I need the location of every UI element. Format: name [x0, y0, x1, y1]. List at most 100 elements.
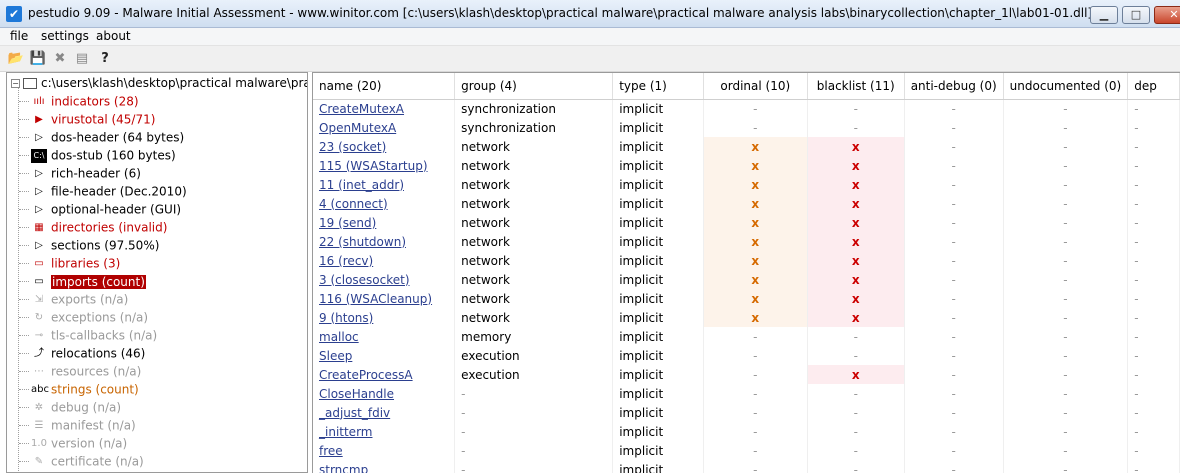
- tree-item-rich-header[interactable]: ▷ rich-header (6): [19, 164, 141, 182]
- import-name-link[interactable]: 11 (inet_addr): [319, 178, 404, 192]
- table-row[interactable]: CloseHandle - implicit - - - - -: [313, 384, 1180, 403]
- tree-item-exceptions[interactable]: ↻ exceptions (n/a): [19, 308, 148, 326]
- collapse-icon[interactable]: −: [11, 79, 20, 88]
- import-name-link[interactable]: 23 (socket): [319, 140, 386, 154]
- tree-item-manifest[interactable]: ☰ manifest (n/a): [19, 416, 136, 434]
- import-name-link[interactable]: free: [319, 444, 343, 458]
- cell-undocumented: -: [1003, 460, 1129, 473]
- import-name-link[interactable]: OpenMutexA: [319, 121, 396, 135]
- open-icon[interactable]: 📂: [7, 50, 25, 68]
- tree-item-sections[interactable]: ▷ sections (97.50%): [19, 236, 159, 254]
- table-row[interactable]: malloc memory implicit - - - - -: [313, 327, 1180, 346]
- tree-connector: [19, 335, 29, 336]
- delete-icon[interactable]: ✖: [51, 50, 69, 68]
- import-name-link[interactable]: 116 (WSACleanup): [319, 292, 432, 306]
- tree-item-imports[interactable]: ▭ imports (count): [19, 272, 147, 290]
- import-name-link[interactable]: _initterm: [319, 425, 372, 439]
- column-header-undocumented[interactable]: undocumented (0): [1003, 73, 1129, 100]
- column-header-anti-debug[interactable]: anti-debug (0): [904, 73, 1004, 100]
- table-row[interactable]: _adjust_fdiv - implicit - - - - -: [313, 403, 1180, 422]
- table-row[interactable]: 3 (closesocket) network implicit x x - - -: [313, 270, 1180, 289]
- cell-name: CreateProcessA: [313, 365, 456, 384]
- tree-item-exports[interactable]: ⇲ exports (n/a): [19, 290, 128, 308]
- column-header-name[interactable]: name (20): [313, 73, 456, 100]
- tree-item-relocations[interactable]: ⤴ relocations (46): [19, 344, 145, 362]
- help-icon[interactable]: ?: [96, 50, 114, 68]
- import-name-link[interactable]: 9 (htons): [319, 311, 373, 325]
- import-name-link[interactable]: Sleep: [319, 349, 352, 363]
- close-button[interactable]: ✕: [1154, 6, 1180, 24]
- tree-item-dos-header[interactable]: ▷ dos-header (64 bytes): [19, 128, 184, 146]
- tree-item-resources[interactable]: ⋯ resources (n/a): [19, 362, 141, 380]
- column-header-dep[interactable]: dep: [1127, 73, 1180, 100]
- import-name-link[interactable]: 22 (shutdown): [319, 235, 406, 249]
- tree-item-file-header[interactable]: ▷ file-header (Dec.2010): [19, 182, 187, 200]
- table-row[interactable]: free - implicit - - - - -: [313, 441, 1180, 460]
- import-name-link[interactable]: 16 (recv): [319, 254, 373, 268]
- table-row[interactable]: 116 (WSACleanup) network implicit x x - - -: [313, 289, 1180, 308]
- tree-item-label: libraries (3): [51, 256, 121, 271]
- menu-file[interactable]: file: [10, 29, 28, 43]
- tree-item-dos-stub[interactable]: C:\ dos-stub (160 bytes): [19, 146, 176, 164]
- cell-group: network: [454, 213, 614, 232]
- tree-item-strings[interactable]: abc strings (count): [19, 380, 139, 398]
- table-row[interactable]: 23 (socket) network implicit x x - - -: [313, 137, 1180, 156]
- save-icon[interactable]: 💾: [29, 50, 47, 68]
- tree-connector: [19, 227, 29, 228]
- column-header-group[interactable]: group (4): [454, 73, 614, 100]
- table-row[interactable]: OpenMutexA synchronization implicit - - - - -: [313, 118, 1180, 137]
- tree-item-version[interactable]: 1.0 version (n/a): [19, 434, 127, 452]
- import-name-link[interactable]: 4 (connect): [319, 197, 388, 211]
- menu-about[interactable]: about: [96, 29, 131, 43]
- tree-item-virustotal[interactable]: ▶ virustotal (45/71): [19, 110, 155, 128]
- table-row[interactable]: _initterm - implicit - - - - -: [313, 422, 1180, 441]
- tree-item-tls-callbacks[interactable]: ⊸ tls-callbacks (n/a): [19, 326, 157, 344]
- clipboard-icon[interactable]: ▤: [73, 50, 91, 68]
- column-header-ordinal[interactable]: ordinal (10): [703, 73, 808, 100]
- import-name-link[interactable]: 19 (send): [319, 216, 376, 230]
- import-name-link[interactable]: 3 (closesocket): [319, 273, 410, 287]
- import-name-link[interactable]: CreateProcessA: [319, 368, 413, 382]
- tree-item-libraries[interactable]: ▭ libraries (3): [19, 254, 120, 272]
- tree-item-indicators[interactable]: ıılı indicators (28): [19, 92, 139, 110]
- cell-group: network: [454, 175, 614, 194]
- cell-type: implicit: [612, 365, 704, 384]
- import-name-link[interactable]: CreateMutexA: [319, 102, 404, 116]
- cell-undocumented: -: [1003, 251, 1129, 270]
- column-header-type[interactable]: type (1): [612, 73, 704, 100]
- tree-item-certificate[interactable]: ✎ certificate (n/a): [19, 452, 144, 470]
- table-row[interactable]: 22 (shutdown) network implicit x x - - -: [313, 232, 1180, 251]
- table-row[interactable]: Sleep execution implicit - - - - -: [313, 346, 1180, 365]
- table-row[interactable]: strncmp - implicit - - - - -: [313, 460, 1180, 473]
- cell-anti-debug: -: [904, 270, 1004, 289]
- table-row[interactable]: 16 (recv) network implicit x x - - -: [313, 251, 1180, 270]
- menu-settings[interactable]: settings: [41, 29, 89, 43]
- import-name-link[interactable]: 115 (WSAStartup): [319, 159, 428, 173]
- column-header-blacklist[interactable]: blacklist (11): [807, 73, 905, 100]
- tree-item-label: optional-header (GUI): [51, 202, 182, 217]
- table-row[interactable]: CreateMutexA synchronization implicit - - - - -: [313, 99, 1180, 118]
- tree-item-label: dos-header (64 bytes): [51, 130, 185, 145]
- import-name-link[interactable]: _adjust_fdiv: [319, 406, 390, 420]
- cell-undocumented: -: [1003, 422, 1129, 441]
- import-name-link[interactable]: CloseHandle: [319, 387, 394, 401]
- table-row[interactable]: 9 (htons) network implicit x x - - -: [313, 308, 1180, 327]
- cell-ordinal: -: [703, 99, 808, 118]
- table-row[interactable]: 4 (connect) network implicit x x - - -: [313, 194, 1180, 213]
- maximize-button[interactable]: □: [1122, 6, 1150, 24]
- import-name-link[interactable]: malloc: [319, 330, 359, 344]
- table-row[interactable]: 11 (inet_addr) network implicit x x - - -: [313, 175, 1180, 194]
- chevron-right-icon: ▷: [35, 239, 43, 251]
- cell-group: synchronization: [454, 99, 614, 118]
- table-row[interactable]: 115 (WSAStartup) network implicit x x - - -: [313, 156, 1180, 175]
- tree-item-debug[interactable]: ✲ debug (n/a): [19, 398, 121, 416]
- import-name-link[interactable]: strncmp: [319, 463, 368, 473]
- tree-item-label: exceptions (n/a): [51, 310, 149, 325]
- tree-item-directories[interactable]: ▦ directories (invalid): [19, 218, 167, 236]
- table-row[interactable]: 19 (send) network implicit x x - - -: [313, 213, 1180, 232]
- tree-item-optional-header[interactable]: ▷ optional-header (GUI): [19, 200, 181, 218]
- minimize-button[interactable]: ▁: [1090, 6, 1118, 24]
- cell-group: -: [454, 384, 614, 403]
- tree-root[interactable]: − c:\users\klash\desktop\practical malwar…: [11, 74, 307, 92]
- table-row[interactable]: CreateProcessA execution implicit - x - - -: [313, 365, 1180, 384]
